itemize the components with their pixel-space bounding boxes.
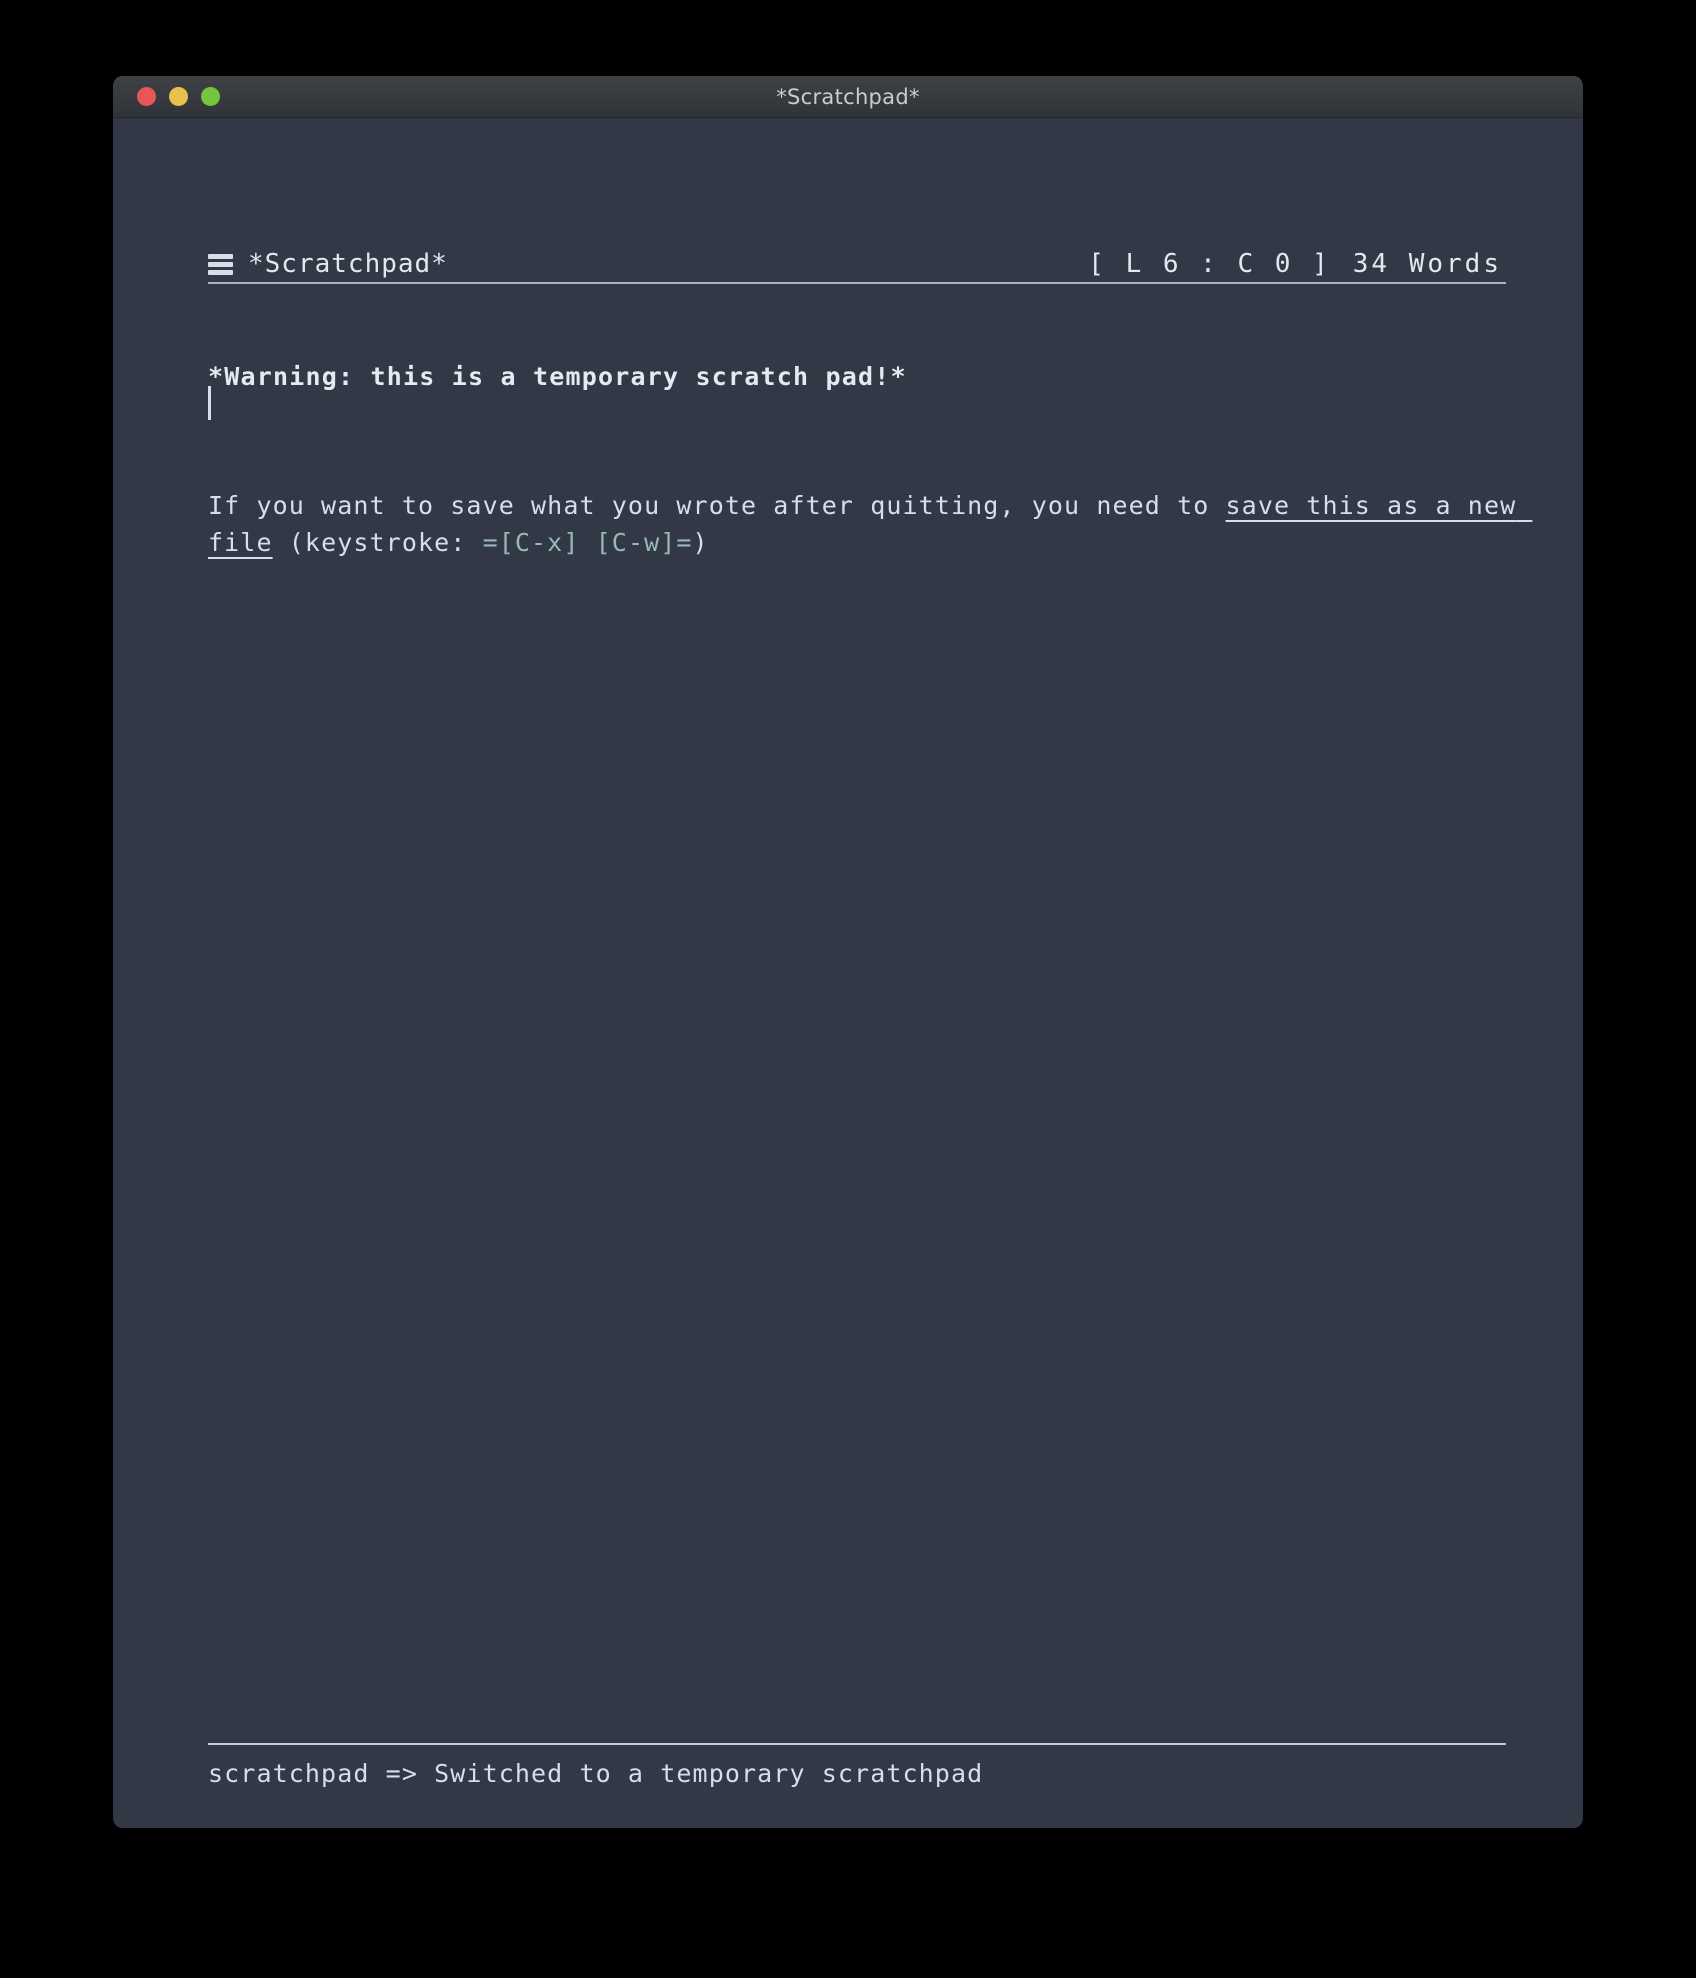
paragraph-part-1: If you want to save what you wrote after… bbox=[208, 491, 1226, 520]
text-cursor bbox=[208, 386, 211, 420]
paragraph-part-2: (keystroke: bbox=[272, 528, 483, 557]
keystroke-code: =[C-x] [C-w]= bbox=[482, 528, 693, 557]
window-controls bbox=[137, 76, 220, 117]
paragraph-part-3: ) bbox=[692, 528, 709, 557]
mode-line-left: *Scratchpad* bbox=[208, 248, 448, 281]
editor-body[interactable]: *Scratchpad* [ L 6 : C 0 ] 34 Words *War… bbox=[113, 118, 1583, 1828]
editor-window: *Scratchpad* *Scratchpad* [ L 6 : C 0 ] … bbox=[113, 76, 1583, 1828]
cursor-position-indicator: [ L 6 : C 0 ] bbox=[1088, 248, 1331, 279]
window-title: *Scratchpad* bbox=[776, 84, 920, 109]
echo-area-divider bbox=[208, 1743, 1506, 1745]
minimize-button[interactable] bbox=[169, 87, 188, 106]
hamburger-icon[interactable] bbox=[208, 253, 233, 275]
close-button[interactable] bbox=[137, 87, 156, 106]
window-titlebar: *Scratchpad* bbox=[113, 76, 1583, 118]
warning-text: *Warning: this is a temporary scratch pa… bbox=[208, 362, 907, 391]
document-content[interactable]: *Warning: this is a temporary scratch pa… bbox=[208, 294, 1518, 627]
buffer-name: *Scratchpad* bbox=[248, 248, 448, 279]
word-count-indicator: 34 Words bbox=[1352, 248, 1502, 279]
mode-line: *Scratchpad* [ L 6 : C 0 ] 34 Words bbox=[208, 246, 1506, 284]
mode-line-right: [ L 6 : C 0 ] 34 Words bbox=[1088, 248, 1506, 281]
echo-area-message: scratchpad => Switched to a temporary sc… bbox=[208, 1759, 984, 1788]
zoom-button[interactable] bbox=[201, 87, 220, 106]
instruction-paragraph: If you want to save what you wrote after… bbox=[208, 487, 1518, 561]
